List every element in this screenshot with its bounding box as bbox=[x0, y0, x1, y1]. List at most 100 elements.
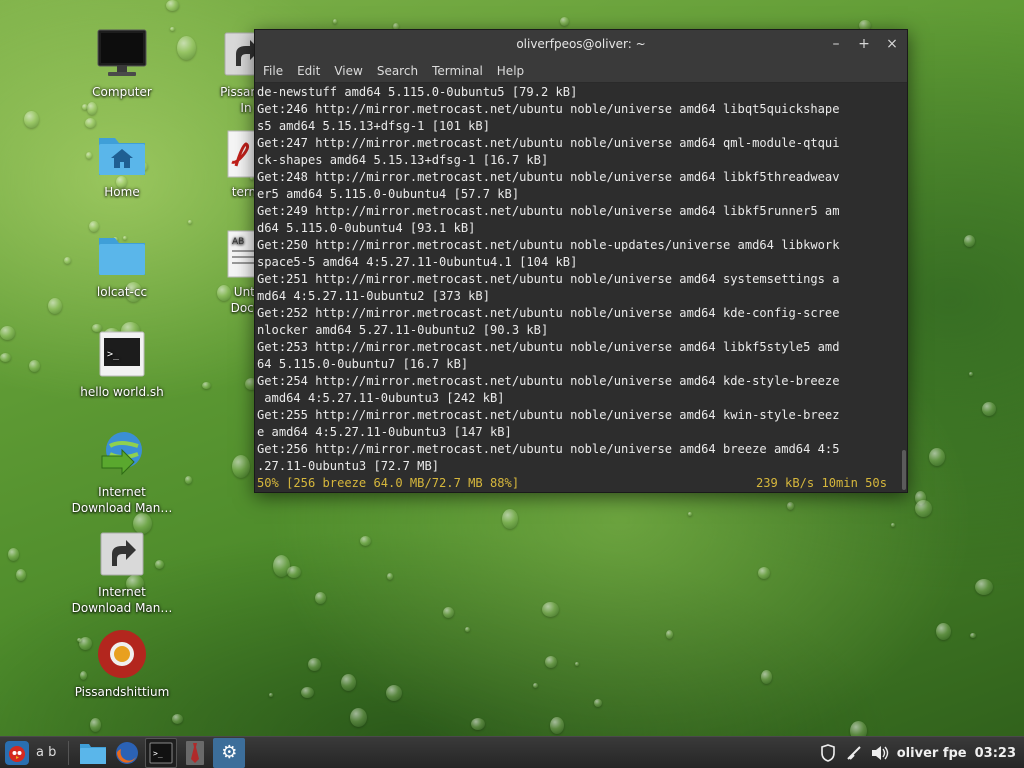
water-droplet bbox=[82, 104, 88, 110]
terminal-line: e amd64 4:5.27.11-0ubuntu3 [147 kB] bbox=[257, 425, 512, 439]
water-droplet bbox=[85, 118, 96, 128]
terminal-output[interactable]: de-newstuff amd64 5.115.0-0ubuntu5 [79.2… bbox=[255, 84, 899, 492]
menu-terminal[interactable]: Terminal bbox=[432, 64, 491, 78]
taskbar-separator bbox=[68, 740, 70, 765]
water-droplet bbox=[787, 502, 794, 510]
terminal-line: Get:256 http://mirror.metrocast.net/ubun… bbox=[257, 442, 840, 456]
water-droplet bbox=[550, 717, 564, 734]
menu-file[interactable]: File bbox=[263, 64, 291, 78]
clock[interactable]: 03:23 bbox=[975, 746, 1016, 761]
terminal-line: Get:254 http://mirror.metrocast.net/ubun… bbox=[257, 374, 840, 388]
desktop-icon-pissandshittium[interactable]: Pissandshittium bbox=[62, 628, 182, 700]
close-icon[interactable]: × bbox=[885, 30, 899, 59]
terminal-line: d64 5.115.0-0ubuntu4 [93.1 kB] bbox=[257, 221, 476, 235]
terminal-line: Get:250 http://mirror.metrocast.net/ubun… bbox=[257, 238, 840, 252]
water-droplet bbox=[350, 708, 367, 727]
terminal-scrollbar[interactable] bbox=[899, 84, 907, 492]
water-droplet bbox=[929, 448, 945, 466]
taskbar: a b >_ ⚙ oliver fpe 03:23 bbox=[0, 736, 1024, 768]
minimize-icon[interactable]: – bbox=[829, 30, 843, 59]
desktop-icon-label: Home bbox=[104, 185, 140, 199]
desktop-icon-home[interactable]: Home bbox=[62, 128, 182, 200]
menu-search[interactable]: Search bbox=[377, 64, 426, 78]
taskbar-terminal[interactable]: >_ bbox=[145, 737, 178, 768]
workspace-label[interactable]: a b bbox=[36, 745, 56, 760]
terminal-titlebar[interactable]: oliverfpeos@oliver: ~ – + × bbox=[255, 30, 907, 59]
network-icon[interactable] bbox=[845, 744, 863, 762]
terminal-line: Get:255 http://mirror.metrocast.net/ubun… bbox=[257, 408, 840, 422]
gear-icon: ⚙ bbox=[221, 742, 238, 763]
water-droplet bbox=[0, 326, 15, 340]
water-droplet bbox=[360, 536, 371, 546]
terminal-line: ck-shapes amd64 5.15.13+dfsg-1 [16.7 kB] bbox=[257, 153, 549, 167]
terminal-line: Get:248 http://mirror.metrocast.net/ubun… bbox=[257, 170, 840, 184]
terminal-line: Get:252 http://mirror.metrocast.net/ubun… bbox=[257, 306, 840, 320]
water-droplet bbox=[232, 455, 250, 478]
terminal-line: Get:251 http://mirror.metrocast.net/ubun… bbox=[257, 272, 840, 286]
angry-bird-icon bbox=[5, 740, 29, 765]
water-droplet bbox=[545, 656, 557, 668]
water-droplet bbox=[969, 372, 973, 376]
progress-speed-eta: 239 kB/s 10min 50s bbox=[755, 476, 887, 490]
desktop-icon-computer[interactable]: Computer bbox=[62, 28, 182, 100]
water-droplet bbox=[0, 353, 11, 362]
water-droplet bbox=[936, 623, 951, 640]
svg-text:>_: >_ bbox=[107, 349, 120, 360]
water-droplet bbox=[48, 298, 62, 314]
monitor-icon bbox=[96, 28, 148, 80]
shield-icon[interactable] bbox=[819, 744, 837, 762]
water-droplet bbox=[758, 567, 770, 579]
terminal-window[interactable]: oliverfpeos@oliver: ~ – + × File Edit Vi… bbox=[254, 29, 908, 493]
maximize-icon[interactable]: + bbox=[857, 30, 871, 59]
terminal-line: Get:253 http://mirror.metrocast.net/ubun… bbox=[257, 340, 840, 354]
water-droplet bbox=[90, 718, 101, 732]
water-droplet bbox=[970, 633, 976, 638]
download-progress-line: 50% [256 breeze 64.0 MB/72.7 MB 88%] 239 … bbox=[257, 475, 897, 492]
water-droplet bbox=[166, 0, 179, 11]
menu-help[interactable]: Help bbox=[497, 64, 532, 78]
water-droplet bbox=[594, 699, 602, 707]
water-droplet bbox=[666, 630, 673, 639]
taskbar-text-editor[interactable] bbox=[179, 738, 211, 768]
desktop-icon-label: Computer bbox=[92, 85, 152, 99]
water-droplet bbox=[975, 579, 993, 595]
water-droplet bbox=[533, 683, 538, 688]
water-droplet bbox=[915, 491, 926, 505]
shortcut-icon bbox=[96, 528, 148, 580]
terminal-line: s5 amd64 5.15.13+dfsg-1 [101 kB] bbox=[257, 119, 490, 133]
desktop-icon-label: Internet Download Man… bbox=[71, 585, 173, 615]
user-name[interactable]: oliver fpe bbox=[897, 746, 967, 761]
water-droplet bbox=[761, 670, 772, 684]
water-droplet bbox=[308, 658, 321, 671]
water-droplet bbox=[8, 548, 19, 561]
water-droplet bbox=[333, 19, 337, 24]
desktop-icon-hello-world-sh[interactable]: >_ hello world.sh bbox=[62, 328, 182, 400]
scrollbar-thumb[interactable] bbox=[902, 450, 906, 490]
taskbar-settings[interactable]: ⚙ bbox=[213, 737, 246, 768]
taskbar-firefox[interactable] bbox=[111, 738, 143, 768]
terminal-line: space5-5 amd64 4:5.27.11-0ubuntu4.1 [104… bbox=[257, 255, 578, 269]
taskbar-file-manager[interactable] bbox=[77, 738, 109, 768]
water-droplet bbox=[273, 555, 290, 577]
desktop-icon-label: Internet Download Man… bbox=[71, 485, 173, 515]
menu-view[interactable]: View bbox=[334, 64, 370, 78]
water-droplet bbox=[185, 476, 192, 484]
water-droplet bbox=[688, 512, 692, 516]
menu-edit[interactable]: Edit bbox=[297, 64, 328, 78]
water-droplet bbox=[891, 523, 895, 527]
terminal-line: Get:247 http://mirror.metrocast.net/ubun… bbox=[257, 136, 840, 150]
desktop-icon-lolcat-cc[interactable]: lolcat-cc bbox=[62, 228, 182, 300]
water-droplet bbox=[287, 566, 301, 578]
water-droplet bbox=[465, 627, 470, 632]
terminal-menubar: File Edit View Search Terminal Help bbox=[255, 59, 907, 83]
start-menu-button[interactable] bbox=[2, 738, 32, 768]
desktop-icon-internet-download-manager[interactable]: Internet Download Man… bbox=[62, 428, 182, 516]
terminal-line: Get:246 http://mirror.metrocast.net/ubun… bbox=[257, 102, 840, 116]
water-droplet bbox=[29, 360, 40, 372]
water-droplet bbox=[341, 674, 356, 691]
water-droplet bbox=[542, 602, 559, 617]
water-droplet bbox=[575, 662, 579, 666]
water-droplet bbox=[560, 17, 569, 26]
desktop-icon-internet-download-manager-shortcut[interactable]: Internet Download Man… bbox=[62, 528, 182, 616]
volume-icon[interactable] bbox=[871, 744, 889, 762]
